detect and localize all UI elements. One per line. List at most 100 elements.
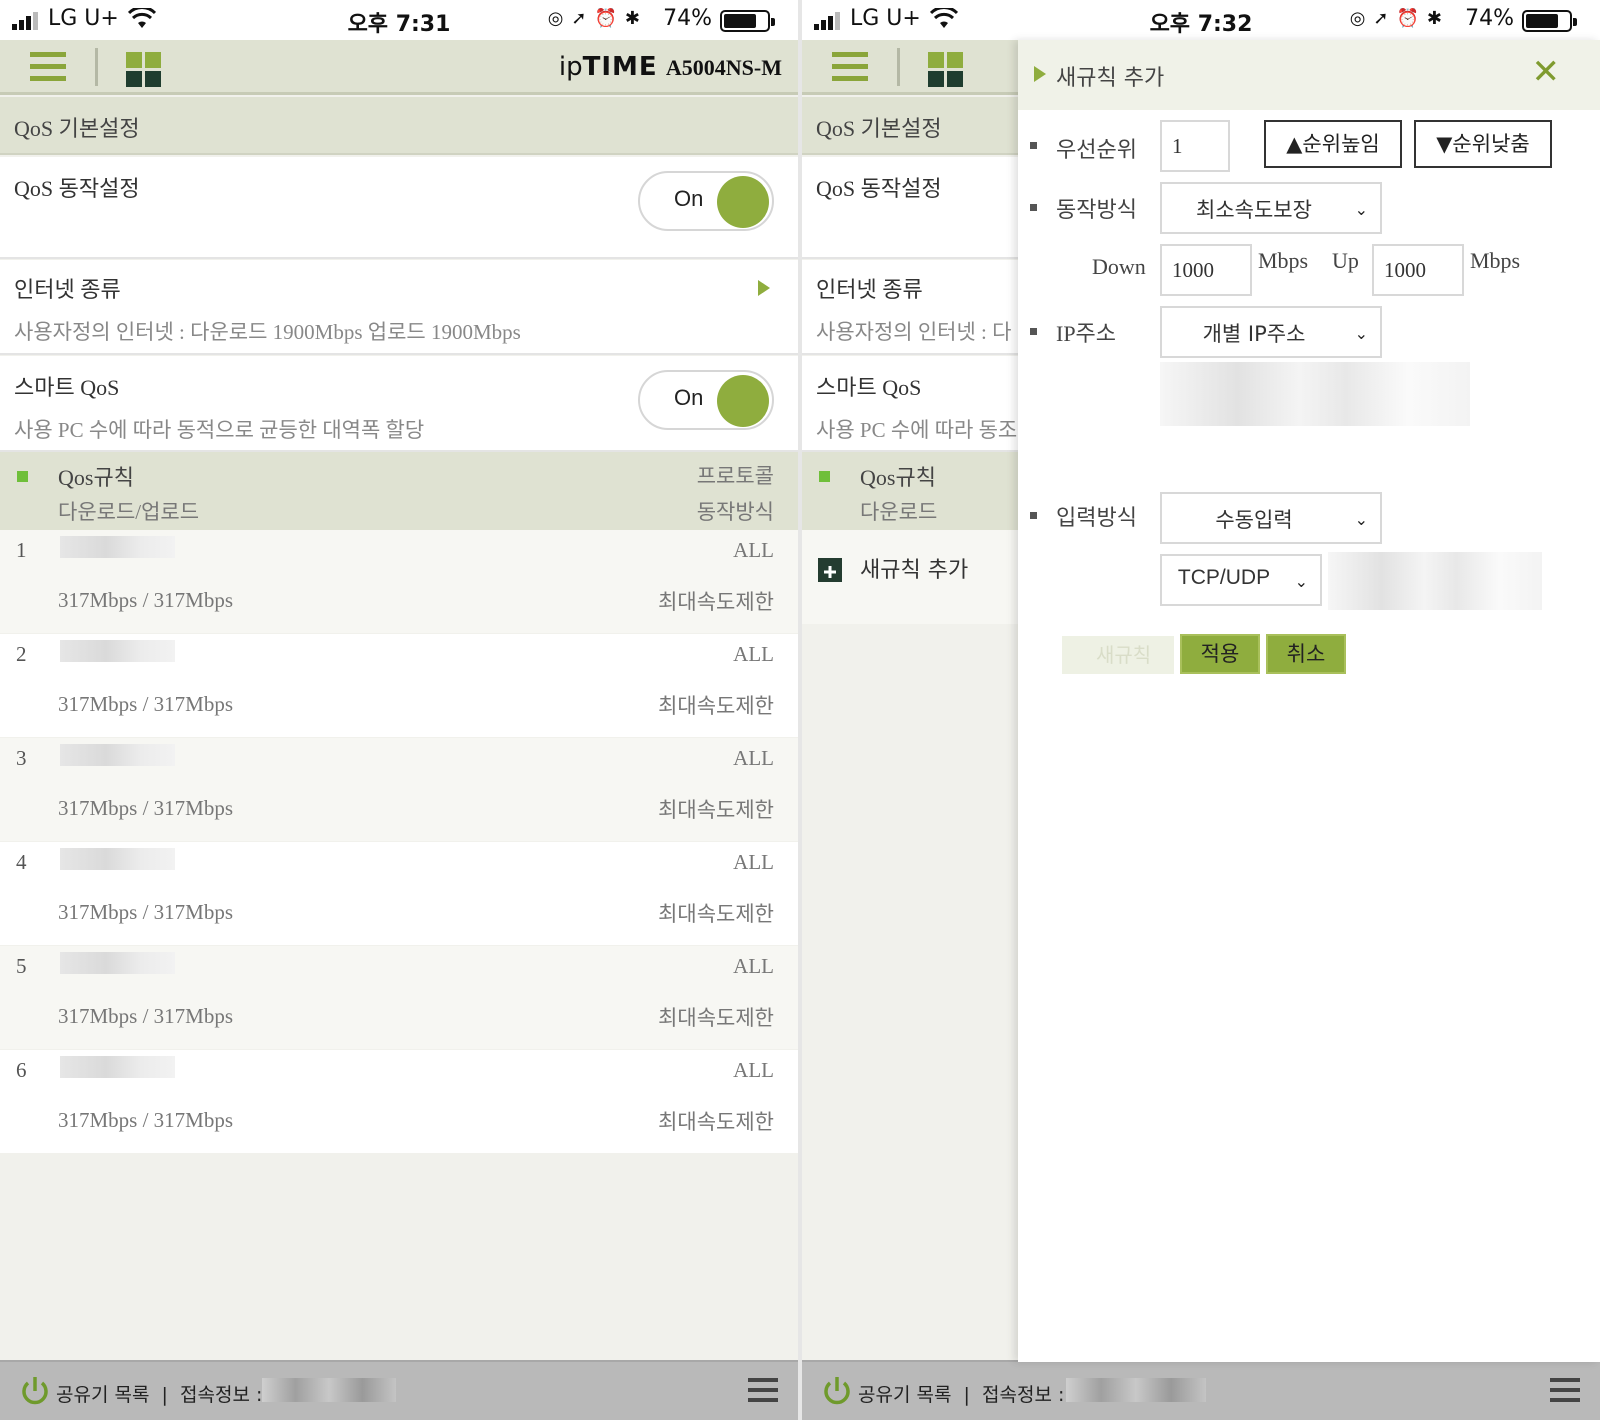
- priority-input[interactable]: 1: [1160, 120, 1230, 172]
- connection-info-label: 접속정보 :: [180, 1384, 263, 1406]
- battery-icon: [720, 10, 775, 32]
- header-divider: [897, 48, 900, 86]
- rule-protocol: ALL: [733, 642, 774, 666]
- smart-qos-row: 스마트 QoS 사용 PC 수에 따라 동적으로 균등한 대역폭 할당 On: [0, 356, 798, 452]
- col-down-up: 다운로드/업로드: [58, 500, 200, 524]
- redacted-port: [1328, 552, 1542, 610]
- new-rule-header: 새규칙 추가 ✕: [1018, 40, 1600, 110]
- battery-icon: [1522, 10, 1577, 32]
- rule-mode: 최대속도제한: [658, 798, 774, 822]
- rule-mode: 최대속도제한: [658, 1006, 774, 1030]
- smart-qos-desc: 사용 PC 수에 따라 동조: [816, 418, 1018, 442]
- rule-number: 1: [16, 538, 27, 562]
- rule-protocol: ALL: [733, 1058, 774, 1082]
- dashboard-icon[interactable]: [928, 52, 964, 88]
- smart-qos-toggle[interactable]: On: [638, 370, 774, 430]
- rule-mode: 최대속도제한: [658, 1110, 774, 1134]
- smart-qos-desc: 사용 PC 수에 따라 동적으로 균등한 대역폭 할당: [14, 418, 425, 442]
- rule-number: 6: [16, 1058, 27, 1082]
- left-screen: LG U+ 오후 7:31 ◎➚⏰✱ 74% ipTIME A5004NS-M …: [0, 0, 798, 1420]
- smart-qos-label: 스마트 QoS: [14, 375, 120, 400]
- bullet-icon: [17, 471, 28, 482]
- rule-protocol: ALL: [733, 850, 774, 874]
- brand-logo: ipTIME A5004NS-M: [558, 52, 782, 82]
- col-qos-rule: Qos규칙: [860, 465, 936, 490]
- header-divider: [95, 48, 98, 86]
- redacted-rule-target: [60, 1056, 175, 1078]
- section-title: QoS 기본설정: [816, 116, 942, 141]
- redacted-rule-target: [60, 640, 175, 662]
- power-icon[interactable]: [18, 1374, 52, 1408]
- ip-select[interactable]: 개별 IP주소 ⌄: [1160, 306, 1382, 358]
- redacted-rule-target: [60, 536, 175, 558]
- footer-menu-icon[interactable]: [1550, 1378, 1580, 1404]
- router-list-link[interactable]: 공유기 목록: [56, 1384, 149, 1406]
- menu-icon[interactable]: [832, 52, 868, 82]
- redacted-rule-target: [60, 744, 175, 766]
- rule-row[interactable]: 1 ALL 317Mbps / 317Mbps 최대속도제한: [0, 530, 798, 633]
- rule-row[interactable]: 3 ALL 317Mbps / 317Mbps 최대속도제한: [0, 738, 798, 841]
- input-method-label: 입력방식: [1056, 506, 1137, 531]
- rule-rate: 317Mbps / 317Mbps: [58, 796, 234, 820]
- chevron-down-icon: ⌄: [1354, 510, 1368, 529]
- smart-qos-label: 스마트 QoS: [816, 375, 922, 400]
- raise-priority-button[interactable]: ▲순위높임: [1264, 120, 1402, 168]
- rule-row[interactable]: 4 ALL 317Mbps / 317Mbps 최대속도제한: [0, 842, 798, 945]
- status-bar: LG U+ 오후 7:31 ◎➚⏰✱ 74%: [0, 0, 798, 40]
- up-label: Up: [1332, 248, 1359, 273]
- new-rule-title: 새규칙 추가: [1056, 66, 1165, 91]
- rule-number: 5: [16, 954, 27, 978]
- down-unit: Mbps: [1258, 248, 1309, 273]
- rule-protocol: ALL: [733, 954, 774, 978]
- dashboard-icon[interactable]: [126, 52, 162, 88]
- bullet-icon: [819, 471, 830, 482]
- qos-operation-label: QoS 동작설정: [14, 176, 140, 201]
- right-screen: LG U+ 오후 7:32 ◎➚⏰✱ 74% QoS 기본설정 QoS 동작설정…: [802, 0, 1600, 1420]
- input-method-select[interactable]: 수동입력 ⌄: [1160, 492, 1382, 544]
- rule-row[interactable]: 5 ALL 317Mbps / 317Mbps 최대속도제한: [0, 946, 798, 1049]
- battery-percent: 74%: [1465, 6, 1514, 31]
- lower-priority-button[interactable]: ▼순위낮춤: [1414, 120, 1552, 168]
- close-icon[interactable]: ✕: [1532, 52, 1561, 92]
- power-icon[interactable]: [820, 1374, 854, 1408]
- redacted-info: [1066, 1378, 1206, 1402]
- mode-select[interactable]: 최소속도보장 ⌄: [1160, 182, 1382, 234]
- rule-number: 4: [16, 850, 27, 874]
- rule-number: 2: [16, 642, 27, 666]
- bullet-icon: [1030, 142, 1037, 149]
- apply-button[interactable]: 적용: [1180, 634, 1260, 674]
- bullet-icon: [1030, 204, 1037, 211]
- protocol-select[interactable]: TCP/UDP ⌄: [1160, 554, 1322, 606]
- priority-label: 우선순위: [1056, 138, 1137, 163]
- rule-protocol: ALL: [733, 538, 774, 562]
- internet-type-row[interactable]: 인터넷 종류 사용자정의 인터넷 : 다운로드 1900Mbps 업로드 190…: [0, 260, 798, 355]
- qos-operation-toggle[interactable]: On: [638, 171, 774, 231]
- new-rule-button[interactable]: 새규칙: [1062, 636, 1174, 674]
- footer-text: 공유기 목록 | 접속정보 :: [56, 1384, 263, 1406]
- rule-rate: 317Mbps / 317Mbps: [58, 588, 234, 612]
- cancel-button[interactable]: 취소: [1266, 634, 1346, 674]
- router-list-link[interactable]: 공유기 목록: [858, 1384, 951, 1406]
- rule-row[interactable]: 6 ALL 317Mbps / 317Mbps 최대속도제한: [0, 1050, 798, 1153]
- menu-icon[interactable]: [30, 52, 66, 82]
- rule-number: 3: [16, 746, 27, 770]
- rule-mode: 최대속도제한: [658, 694, 774, 718]
- rule-row[interactable]: 2 ALL 317Mbps / 317Mbps 최대속도제한: [0, 634, 798, 737]
- internet-type-desc: 사용자정의 인터넷 : 다운로드 1900Mbps 업로드 1900Mbps: [14, 320, 521, 344]
- footer-menu-icon[interactable]: [748, 1378, 778, 1404]
- rule-rate: 317Mbps / 317Mbps: [58, 692, 234, 716]
- status-icons: ◎➚⏰✱: [1349, 8, 1450, 29]
- rule-protocol: ALL: [733, 746, 774, 770]
- section-title: QoS 기본설정: [14, 116, 140, 141]
- app-header: ipTIME A5004NS-M: [0, 40, 798, 95]
- status-icons: ◎➚⏰✱: [547, 8, 648, 29]
- redacted-rule-target: [60, 952, 175, 974]
- triangle-icon: [1034, 66, 1046, 82]
- ip-label: IP주소: [1056, 321, 1117, 346]
- footer-text: 공유기 목록 | 접속정보 :: [858, 1384, 1065, 1406]
- down-speed-input[interactable]: 1000: [1160, 244, 1252, 296]
- rule-rate: 317Mbps / 317Mbps: [58, 900, 234, 924]
- up-speed-input[interactable]: 1000: [1372, 244, 1464, 296]
- status-bar: LG U+ 오후 7:32 ◎➚⏰✱ 74%: [802, 0, 1600, 40]
- mode-label: 동작방식: [1056, 198, 1137, 223]
